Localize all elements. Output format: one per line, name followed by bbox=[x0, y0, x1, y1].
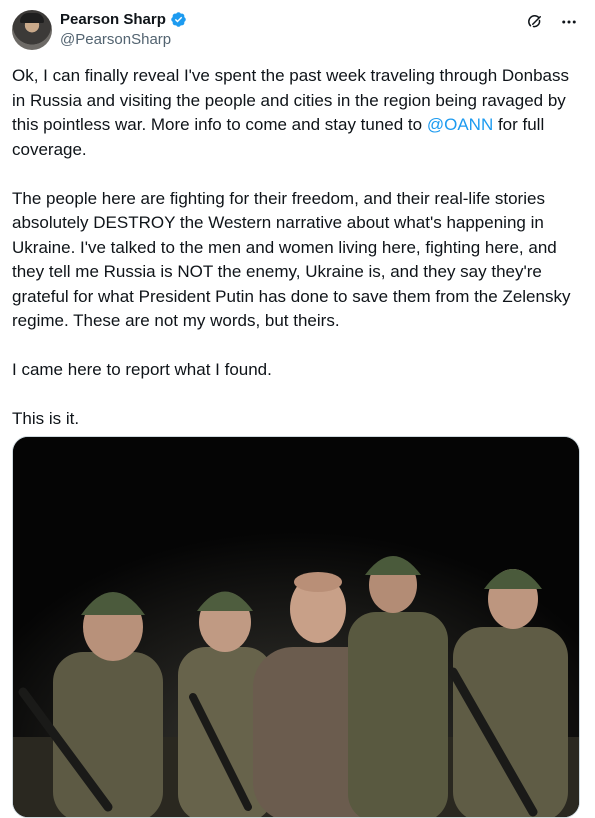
tweet-paragraph-2: The people here are fighting for their f… bbox=[12, 188, 571, 331]
avatar[interactable] bbox=[12, 10, 52, 50]
author-handle[interactable]: @PearsonSharp bbox=[60, 31, 171, 48]
verified-badge-icon bbox=[171, 12, 186, 27]
display-name[interactable]: Pearson Sharp bbox=[60, 11, 166, 28]
photo-soldiers-at-night bbox=[13, 437, 579, 817]
tweet-paragraph-3: I came here to report what I found. bbox=[12, 360, 272, 379]
tweet-text: Ok, I can finally reveal I've spent the … bbox=[12, 64, 572, 456]
tweet-actions bbox=[525, 12, 579, 32]
more-icon[interactable] bbox=[559, 12, 579, 32]
tweet-header: Pearson Sharp @PearsonSharp bbox=[12, 10, 583, 52]
grok-icon[interactable] bbox=[525, 12, 545, 32]
mention-link[interactable]: @OANN bbox=[427, 115, 493, 134]
author-name-row[interactable]: Pearson Sharp bbox=[60, 11, 187, 28]
tweet-photo[interactable] bbox=[12, 436, 580, 818]
tweet-paragraph-1: Ok, I can finally reveal I've spent the … bbox=[12, 64, 572, 162]
tweet-paragraph-4: This is it. bbox=[12, 409, 80, 428]
